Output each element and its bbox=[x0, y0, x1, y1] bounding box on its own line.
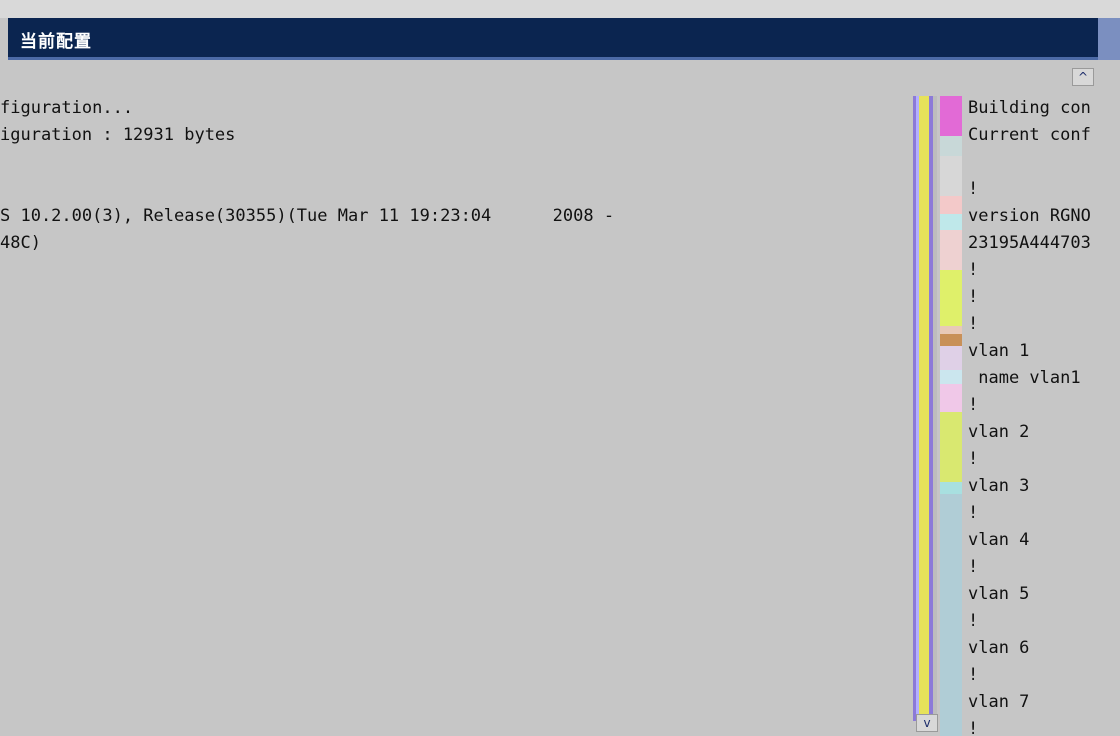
config-right-line: ! bbox=[968, 557, 979, 577]
config-right-line: vlan 3 bbox=[968, 476, 1030, 496]
scrollbar-thumb[interactable] bbox=[919, 96, 929, 721]
config-right-line: ! bbox=[968, 665, 979, 685]
window-title: 当前配置 bbox=[20, 32, 92, 52]
window-title-bar: 当前配置 bbox=[8, 18, 1098, 60]
config-right-line: ! bbox=[968, 611, 979, 631]
top-strip bbox=[0, 0, 1120, 18]
config-right-line: ! bbox=[968, 314, 979, 334]
config-right-line: ! bbox=[968, 719, 979, 736]
config-left-line: iguration : 12931 bytes bbox=[0, 125, 236, 145]
config-text-left: figuration... iguration : 12931 bytes S 10… bbox=[0, 62, 915, 736]
config-right-line: ! bbox=[968, 260, 979, 280]
vertical-scrollbar[interactable] bbox=[913, 96, 937, 721]
config-right-line: Current conf bbox=[968, 125, 1091, 145]
config-right-line: vlan 5 bbox=[968, 584, 1030, 604]
config-right-line: ! bbox=[968, 179, 979, 199]
rendering-artifact-strip bbox=[940, 96, 962, 736]
config-right-line: vlan 6 bbox=[968, 638, 1030, 658]
config-left-line: figuration... bbox=[0, 98, 134, 118]
scrollbar-track bbox=[933, 96, 937, 721]
config-right-line: version RGNO bbox=[968, 206, 1091, 226]
config-right-line: vlan 2 bbox=[968, 422, 1030, 442]
config-right-line: vlan 7 bbox=[968, 692, 1030, 712]
config-left-line: 48C) bbox=[0, 233, 41, 253]
config-right-line: ! bbox=[968, 287, 979, 307]
config-right-line: vlan 4 bbox=[968, 530, 1030, 550]
config-right-line: vlan 1 bbox=[968, 341, 1030, 361]
config-left-line: S 10.2.00(3), Release(30355)(Tue Mar 11 … bbox=[0, 206, 615, 226]
config-right-line: ! bbox=[968, 395, 979, 415]
config-right-line: Building con bbox=[968, 98, 1091, 118]
config-right-line: name vlan1 bbox=[968, 368, 1081, 388]
config-text-right: Building con Current conf! version RGNO 231… bbox=[960, 62, 1120, 736]
title-bar-edge bbox=[1098, 18, 1120, 60]
scroll-down-button[interactable]: v bbox=[916, 714, 938, 732]
config-right-line: ! bbox=[968, 449, 979, 469]
scroll-up-button[interactable]: ^ bbox=[1072, 68, 1094, 86]
config-right-line: 23195A444703 bbox=[968, 233, 1091, 253]
config-right-line: ! bbox=[968, 503, 979, 523]
